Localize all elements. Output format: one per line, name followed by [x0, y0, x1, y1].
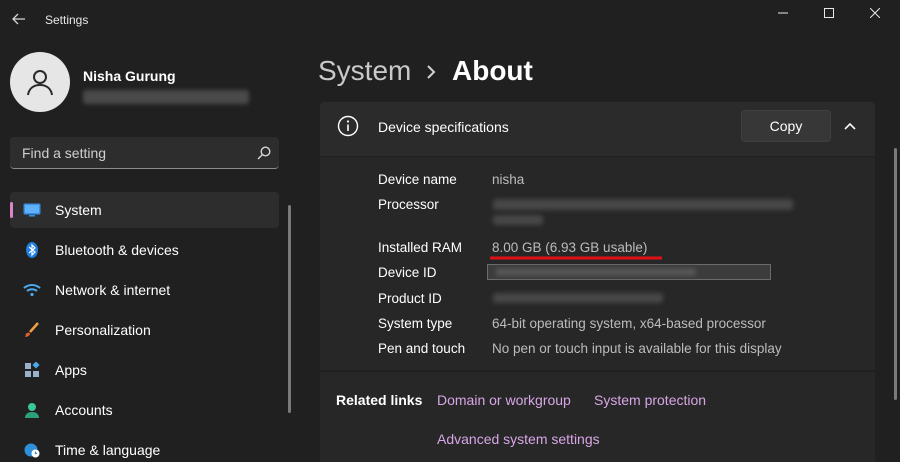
- spec-value-system-type: 64-bit operating system, x64-based proce…: [492, 316, 766, 331]
- person-icon: [23, 402, 41, 418]
- sidebar-item-label: Apps: [55, 362, 87, 378]
- link-domain-workgroup[interactable]: Domain or workgroup: [437, 392, 571, 408]
- link-system-protection[interactable]: System protection: [594, 392, 706, 408]
- sidebar-item-time-language[interactable]: Time & language: [10, 432, 279, 462]
- user-name: Nisha Gurung: [83, 68, 176, 84]
- apps-icon: [23, 362, 41, 378]
- info-icon: [337, 115, 359, 137]
- wifi-icon: [23, 282, 41, 298]
- device-specs-title: Device specifications: [378, 119, 509, 135]
- spec-label-processor: Processor: [378, 197, 439, 212]
- active-indicator: [10, 202, 13, 218]
- chevron-up-icon[interactable]: [842, 118, 858, 134]
- related-links-label: Related links: [336, 392, 423, 408]
- back-button[interactable]: [8, 8, 30, 30]
- search-input[interactable]: [10, 137, 245, 168]
- device-id-value-redacted: [487, 264, 771, 280]
- spec-label-installed-ram: Installed RAM: [378, 240, 463, 255]
- red-underline-annotation: [490, 256, 662, 260]
- copy-button[interactable]: Copy: [741, 110, 831, 142]
- minimize-icon: [778, 12, 788, 14]
- spec-label-device-id: Device ID: [378, 265, 437, 280]
- brush-icon: [23, 322, 41, 338]
- globe-clock-icon: [23, 442, 41, 458]
- sidebar-scrollbar[interactable]: [288, 205, 291, 413]
- minimize-button[interactable]: [760, 0, 806, 26]
- sidebar-item-personalization[interactable]: Personalization: [10, 312, 279, 348]
- sidebar-item-network[interactable]: Network & internet: [10, 272, 279, 308]
- search-icon[interactable]: [256, 145, 272, 161]
- chevron-right-icon: [427, 65, 436, 79]
- user-email-redacted: [83, 90, 249, 104]
- spec-value-pen-touch: No pen or touch input is available for t…: [492, 341, 782, 356]
- processor-value-redacted-line2: [493, 215, 543, 225]
- processor-value-redacted: [493, 199, 793, 210]
- spec-label-system-type: System type: [378, 316, 453, 331]
- sidebar-item-label: Accounts: [55, 402, 113, 418]
- sidebar-item-label: Personalization: [55, 322, 151, 338]
- monitor-icon: [23, 202, 41, 218]
- link-advanced-system-settings[interactable]: Advanced system settings: [437, 431, 600, 447]
- maximize-button[interactable]: [806, 0, 852, 26]
- sidebar-item-bluetooth[interactable]: Bluetooth & devices: [10, 232, 279, 268]
- page-title: About: [452, 55, 533, 86]
- spec-label-pen-touch: Pen and touch: [378, 341, 466, 356]
- related-links-section: [320, 372, 875, 462]
- product-id-value-redacted: [493, 293, 663, 303]
- avatar[interactable]: [10, 52, 70, 112]
- sidebar-item-label: Bluetooth & devices: [55, 242, 179, 258]
- sidebar-item-apps[interactable]: Apps: [10, 352, 279, 388]
- title-bar: Settings: [0, 0, 900, 40]
- person-avatar-icon: [27, 70, 53, 96]
- sidebar-item-system[interactable]: System: [10, 192, 279, 228]
- breadcrumb-parent[interactable]: System: [318, 55, 411, 87]
- sidebar-item-label: System: [55, 202, 102, 218]
- close-button[interactable]: [852, 0, 898, 26]
- spec-value-device-name: nisha: [492, 172, 525, 187]
- close-icon: [870, 8, 880, 18]
- bluetooth-icon: [23, 242, 41, 258]
- spec-label-product-id: Product ID: [378, 291, 442, 306]
- sidebar-item-label: Time & language: [55, 442, 161, 458]
- maximize-icon: [824, 8, 834, 18]
- main-scrollbar[interactable]: [894, 148, 897, 400]
- spec-label-device-name: Device name: [378, 172, 457, 187]
- app-title: Settings: [45, 13, 89, 27]
- sidebar-item-label: Network & internet: [55, 282, 171, 298]
- back-arrow-icon: [12, 13, 25, 25]
- search-box[interactable]: [10, 137, 279, 169]
- spec-value-installed-ram: 8.00 GB (6.93 GB usable): [492, 240, 648, 255]
- sidebar-item-accounts[interactable]: Accounts: [10, 392, 279, 428]
